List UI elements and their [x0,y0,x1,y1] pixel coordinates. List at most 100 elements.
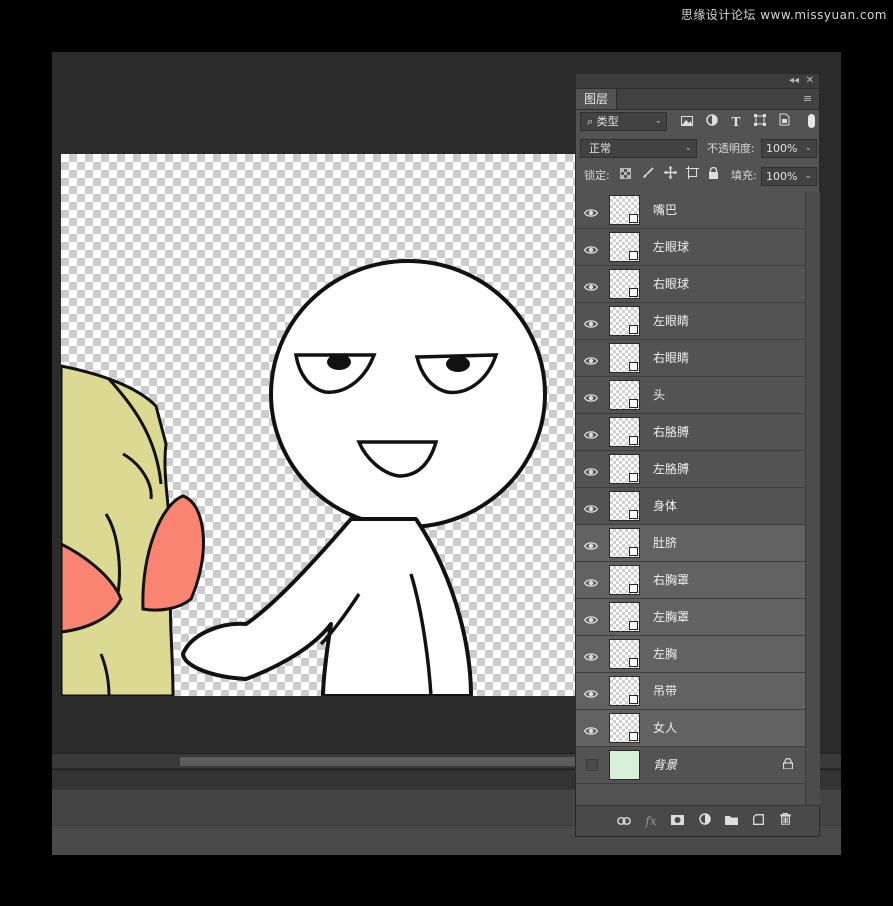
layer-name[interactable]: 左胸 [653,636,677,673]
layer-row[interactable]: 左胸 [576,636,805,673]
new-layer-icon[interactable] [749,812,767,830]
layer-name[interactable]: 身体 [653,488,677,525]
layer-thumbnail[interactable] [609,417,640,447]
layer-thumbnail[interactable] [609,676,640,706]
layer-name[interactable]: 右眼球 [653,266,689,303]
layer-thumbnail[interactable] [609,528,640,558]
smart-object-badge-icon [629,547,638,556]
layer-thumbnail[interactable] [609,380,640,410]
layer-thumbnail[interactable] [609,454,640,484]
mask-icon[interactable] [668,812,686,830]
lock-move-icon[interactable] [662,166,678,184]
layer-name[interactable]: 右胸罩 [653,562,689,599]
layer-name[interactable]: 背景 [653,747,677,784]
layer-thumbnail[interactable] [609,565,640,595]
opacity-field[interactable]: 100% ⌄ [761,139,817,158]
filter-kind-dropdown[interactable]: ⌕ 类型 ⌄ [580,112,667,131]
panel-tab-bar: 图层 ≡ [576,89,819,110]
scrollbar-thumb[interactable] [180,757,580,766]
blend-row: 正常 ⌄ 不透明度: 100% ⌄ [576,138,819,160]
fx-icon[interactable]: fx [642,812,660,830]
shape-filter-icon[interactable] [751,113,769,131]
smartobject-filter-icon[interactable] [775,113,793,131]
layer-row[interactable]: 右眼睛 [576,340,805,377]
layer-name[interactable]: 左眼睛 [653,303,689,340]
type-filter-icon[interactable]: T [727,113,745,131]
layer-thumbnail[interactable] [609,713,640,743]
layer-row[interactable]: 身体 [576,488,805,525]
visibility-eye-icon[interactable] [583,240,600,254]
smart-object-badge-icon [629,288,638,297]
layer-row[interactable]: 左眼球 [576,229,805,266]
layer-row[interactable]: 嘴巴 [576,192,805,229]
image-filter-icon[interactable] [678,113,696,131]
layer-thumbnail[interactable] [609,750,640,780]
layer-row[interactable]: 左胸罩 [576,599,805,636]
layer-name[interactable]: 头 [653,377,665,414]
visibility-eye-icon[interactable] [583,314,600,328]
tab-layers[interactable]: 图层 [576,89,618,109]
layer-thumbnail[interactable] [609,195,640,225]
visibility-eye-icon[interactable] [583,462,600,476]
panel-menu-icon[interactable]: ≡ [803,93,813,104]
visibility-eye-icon[interactable] [583,425,600,439]
lock-all-icon[interactable] [705,166,721,184]
layer-name[interactable]: 左眼球 [653,229,689,266]
filter-toggle-switch[interactable] [808,114,815,128]
lock-transparent-icon[interactable] [617,166,633,184]
layer-row[interactable]: 背景 [576,747,805,784]
visibility-eye-icon[interactable] [583,721,600,735]
fill-field[interactable]: 100% ⌄ [761,167,817,186]
layer-row[interactable]: 右眼球 [576,266,805,303]
layer-row[interactable]: 吊带 [576,673,805,710]
visibility-eye-icon[interactable] [583,610,600,624]
layer-list-scrollbar[interactable] [805,192,820,806]
layer-row[interactable]: 左胳膊 [576,451,805,488]
layer-row[interactable]: 女人 [576,710,805,747]
layer-name[interactable]: 肚脐 [653,525,677,562]
collapse-panel-icon[interactable]: ◂◂ [789,74,799,88]
smart-object-badge-icon [629,251,638,260]
layer-row[interactable]: 左眼睛 [576,303,805,340]
layer-row[interactable]: 肚脐 [576,525,805,562]
blend-mode-dropdown[interactable]: 正常 ⌄ [580,139,697,158]
visibility-eye-icon[interactable] [583,388,600,402]
visibility-eye-icon[interactable] [583,351,600,365]
layer-thumbnail[interactable] [609,602,640,632]
lock-paint-icon[interactable] [640,166,656,184]
adjustment-icon[interactable] [696,812,714,830]
trash-icon[interactable] [776,812,794,830]
layer-name[interactable]: 右胳膊 [653,414,689,451]
layer-name[interactable]: 右眼睛 [653,340,689,377]
layer-thumbnail[interactable] [609,306,640,336]
layer-thumbnail[interactable] [609,343,640,373]
layer-row[interactable]: 右胳膊 [576,414,805,451]
visibility-eye-icon[interactable] [583,647,600,661]
layer-name[interactable]: 左胳膊 [653,451,689,488]
layer-thumbnail[interactable] [609,269,640,299]
layer-row[interactable]: 头 [576,377,805,414]
layer-thumbnail[interactable] [609,491,640,521]
visibility-eye-icon[interactable] [583,499,600,513]
layer-thumbnail[interactable] [609,232,640,262]
visibility-eye-icon[interactable] [583,684,600,698]
layer-filter-row: ⌕ 类型 ⌄ T [576,111,819,133]
layer-thumbnail[interactable] [609,639,640,669]
visibility-eye-icon[interactable] [583,573,600,587]
visibility-toggle-empty[interactable] [586,759,598,771]
layer-name[interactable]: 左胸罩 [653,599,689,636]
folder-icon[interactable] [722,812,740,830]
link-icon[interactable] [615,812,633,830]
visibility-eye-icon[interactable] [583,203,600,217]
smart-object-badge-icon [629,695,638,704]
layer-name[interactable]: 嘴巴 [653,192,677,229]
adjustment-filter-icon[interactable] [703,113,721,131]
layer-row[interactable]: 右胸罩 [576,562,805,599]
close-panel-icon[interactable]: ✕ [806,74,814,88]
lock-artboard-icon[interactable] [684,166,700,184]
layer-name[interactable]: 吊带 [653,673,677,710]
visibility-eye-icon[interactable] [583,277,600,291]
visibility-eye-icon[interactable] [583,536,600,550]
layer-name[interactable]: 女人 [653,710,677,747]
document-canvas[interactable] [61,154,576,696]
